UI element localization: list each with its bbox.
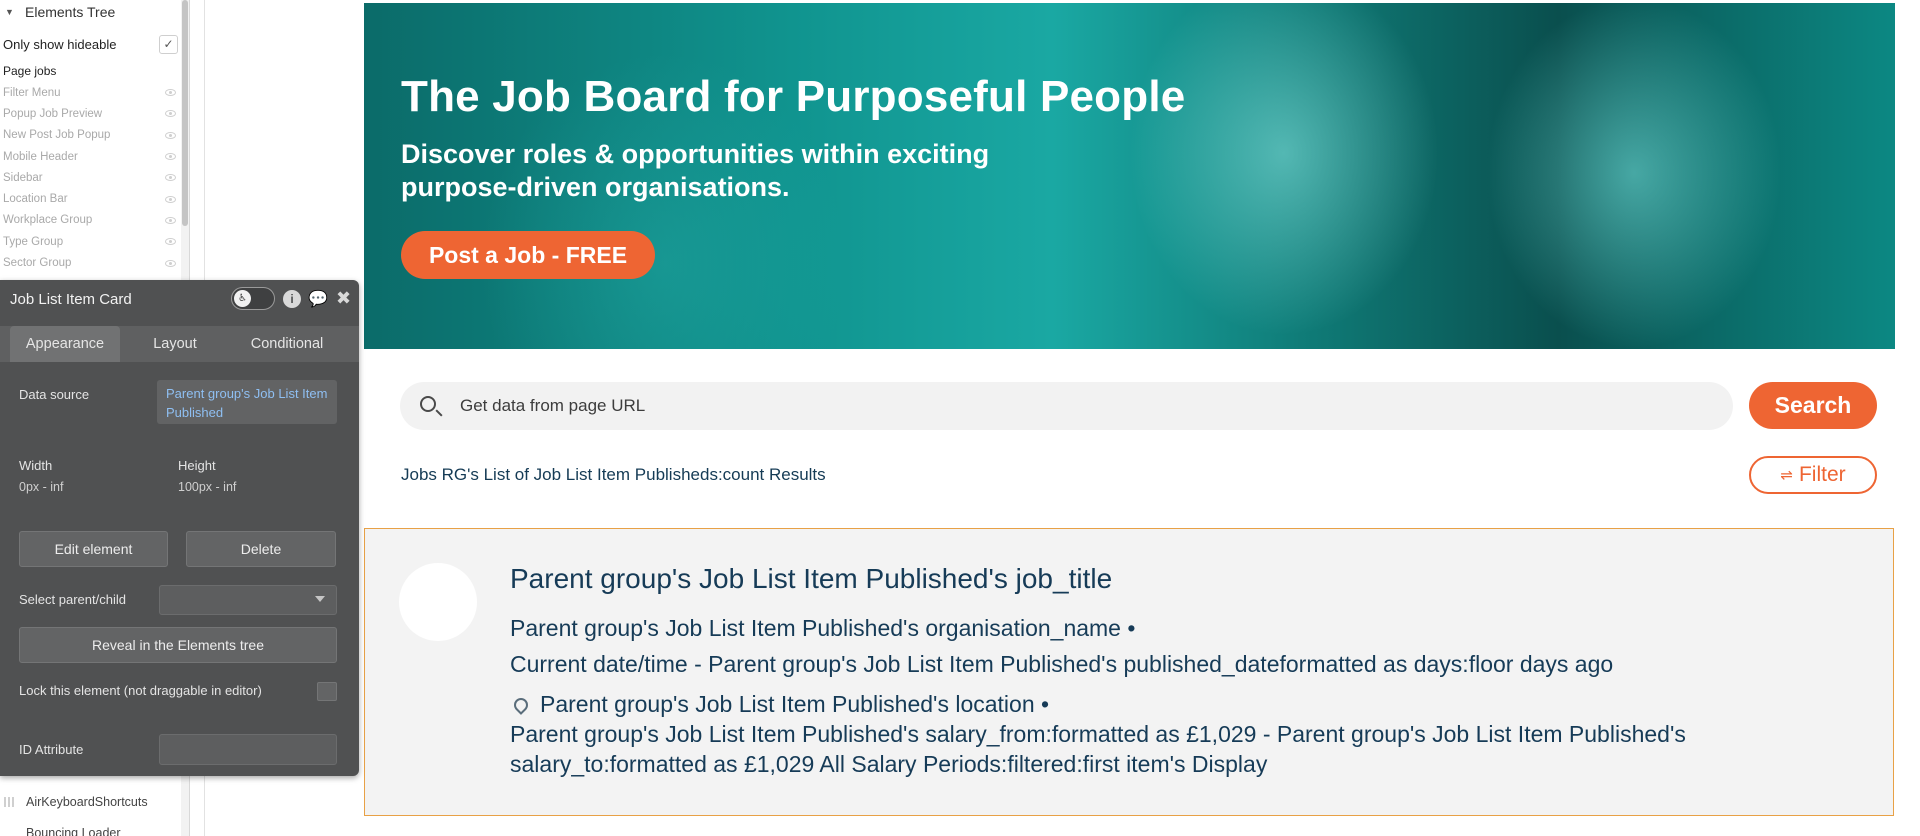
sidebar-scroll-thumb[interactable] — [182, 0, 188, 226]
tree-item[interactable]: Popup Job Preview — [0, 103, 182, 124]
eye-icon[interactable] — [165, 259, 176, 267]
id-attribute-input[interactable] — [159, 734, 337, 765]
eye-icon[interactable] — [165, 110, 176, 118]
tree-item[interactable]: Filter Menu — [0, 82, 182, 103]
tree-item-label: AirKeyboardShortcuts — [26, 795, 148, 809]
search-input[interactable]: Get data from page URL — [400, 382, 1733, 430]
select-parent-child-label: Select parent/child — [19, 592, 126, 607]
tree-item-label: Type Group — [3, 235, 64, 248]
elements-tree-header[interactable]: ▼ Elements Tree — [0, 0, 182, 24]
search-button[interactable]: Search — [1749, 382, 1877, 429]
caret-down-icon[interactable]: ▼ — [5, 7, 15, 17]
tree-item-label: Sector Group — [3, 257, 72, 270]
accessibility-icon: ♿ — [234, 290, 251, 307]
width-value[interactable]: 0px - inf — [19, 480, 63, 494]
tree-item-air-keyboard-shortcuts[interactable]: AirKeyboardShortcuts — [0, 792, 182, 812]
tree-item[interactable]: Type Group — [0, 231, 182, 252]
panel-title: Job List Item Card — [10, 291, 132, 308]
chevron-down-icon — [315, 596, 325, 602]
panel-tabbar: Appearance Layout Conditional — [0, 326, 359, 362]
tree-item[interactable]: Sidebar — [0, 167, 182, 188]
eye-icon[interactable] — [165, 174, 176, 182]
lock-element-label: Lock this element (not draggable in edit… — [19, 683, 262, 698]
tree-item-label: Location Bar — [3, 193, 68, 206]
results-count: Jobs RG's List of Job List Item Publishe… — [401, 465, 826, 484]
comment-icon[interactable]: 💬 — [308, 289, 328, 309]
width-label: Width — [19, 458, 53, 473]
tree-item[interactable]: Sector Group — [0, 252, 182, 273]
page-jobs-label[interactable]: Page jobs — [3, 64, 56, 78]
post-job-button[interactable]: Post a Job - FREE — [401, 231, 655, 279]
eye-icon[interactable] — [165, 195, 176, 203]
eye-icon[interactable] — [165, 216, 176, 224]
job-title[interactable]: Parent group's Job List Item Published's… — [510, 563, 1112, 595]
hero-banner[interactable]: The Job Board for Purposeful People Disc… — [364, 3, 1895, 349]
select-parent-child-dropdown[interactable] — [159, 585, 337, 615]
eye-icon[interactable] — [165, 153, 176, 161]
edit-element-button[interactable]: Edit element — [19, 531, 168, 567]
tree-item-label: Sidebar — [3, 171, 43, 184]
filter-button[interactable]: ⇌ Filter — [1749, 456, 1877, 494]
hero-subtitle: Discover roles & opportunities within ex… — [401, 139, 990, 202]
responsive-toggle[interactable]: ♿ — [231, 287, 275, 310]
job-location-text: Parent group's Job List Item Published's… — [540, 691, 1050, 717]
close-icon[interactable]: ✖ — [336, 288, 351, 309]
tree-item[interactable]: New Post Job Popup — [0, 125, 182, 146]
data-source-label: Data source — [19, 387, 90, 402]
tree-item[interactable]: Workplace Group — [0, 210, 182, 231]
grip-icon[interactable] — [4, 797, 14, 807]
height-value[interactable]: 100px - inf — [178, 480, 236, 494]
job-list-item-card[interactable]: Parent group's Job List Item Published's… — [364, 528, 1894, 816]
job-salary: Parent group's Job List Item Published's… — [510, 721, 1686, 777]
job-location: Parent group's Job List Item Published's… — [510, 691, 1049, 718]
only-show-hideable-checkbox[interactable]: ✓ — [159, 34, 178, 54]
tree-item-label: New Post Job Popup — [3, 129, 111, 142]
posted-days-ago: Current date/time - Parent group's Job L… — [510, 651, 1614, 677]
eye-icon[interactable] — [165, 131, 176, 139]
tree-item[interactable]: Mobile Header — [0, 146, 182, 167]
tree-item-label: Workplace Group — [3, 214, 93, 227]
tab-appearance[interactable]: Appearance — [10, 326, 120, 362]
filter-label: Filter — [1798, 463, 1846, 486]
tree-item-label: Mobile Header — [3, 150, 78, 163]
search-input-value[interactable]: Get data from page URL — [460, 396, 645, 416]
tree-item-label: Popup Job Preview — [3, 107, 103, 120]
tree-item-list: Filter Menu Popup Job Preview New Post J… — [0, 82, 182, 274]
eye-icon[interactable] — [165, 238, 176, 246]
delete-button[interactable]: Delete — [186, 531, 336, 567]
tab-layout[interactable]: Layout — [120, 326, 230, 362]
tree-item[interactable]: Location Bar — [0, 188, 182, 209]
organisation-name: Parent group's Job List Item Published's… — [510, 615, 1136, 641]
id-attribute-label: ID Attribute — [19, 742, 84, 757]
filter-icon: ⇌ — [1780, 467, 1793, 484]
lock-element-checkbox[interactable] — [317, 682, 337, 701]
only-show-hideable-label: Only show hideable — [3, 36, 117, 52]
tab-conditional[interactable]: Conditional — [230, 326, 344, 362]
eye-icon[interactable] — [165, 89, 176, 97]
organisation-logo — [399, 563, 477, 641]
height-label: Height — [178, 458, 216, 473]
hero-title: The Job Board for Purposeful People — [401, 72, 1186, 121]
info-icon[interactable]: i — [283, 290, 301, 308]
reveal-in-tree-button[interactable]: Reveal in the Elements tree — [19, 627, 337, 663]
only-show-hideable-row: Only show hideable ✓ — [0, 33, 182, 55]
data-source-field[interactable]: Parent group's Job List Item Published — [157, 380, 337, 424]
tree-item-label: Filter Menu — [3, 86, 61, 99]
elements-tree-title: Elements Tree — [25, 4, 116, 20]
location-pin-icon — [511, 694, 531, 715]
property-editor-panel[interactable]: Job List Item Card ♿ i 💬 ✖ Appearance La… — [0, 280, 359, 776]
search-icon — [420, 396, 436, 412]
tree-item-bouncing-loader[interactable]: Bouncing Loader — [26, 826, 121, 836]
